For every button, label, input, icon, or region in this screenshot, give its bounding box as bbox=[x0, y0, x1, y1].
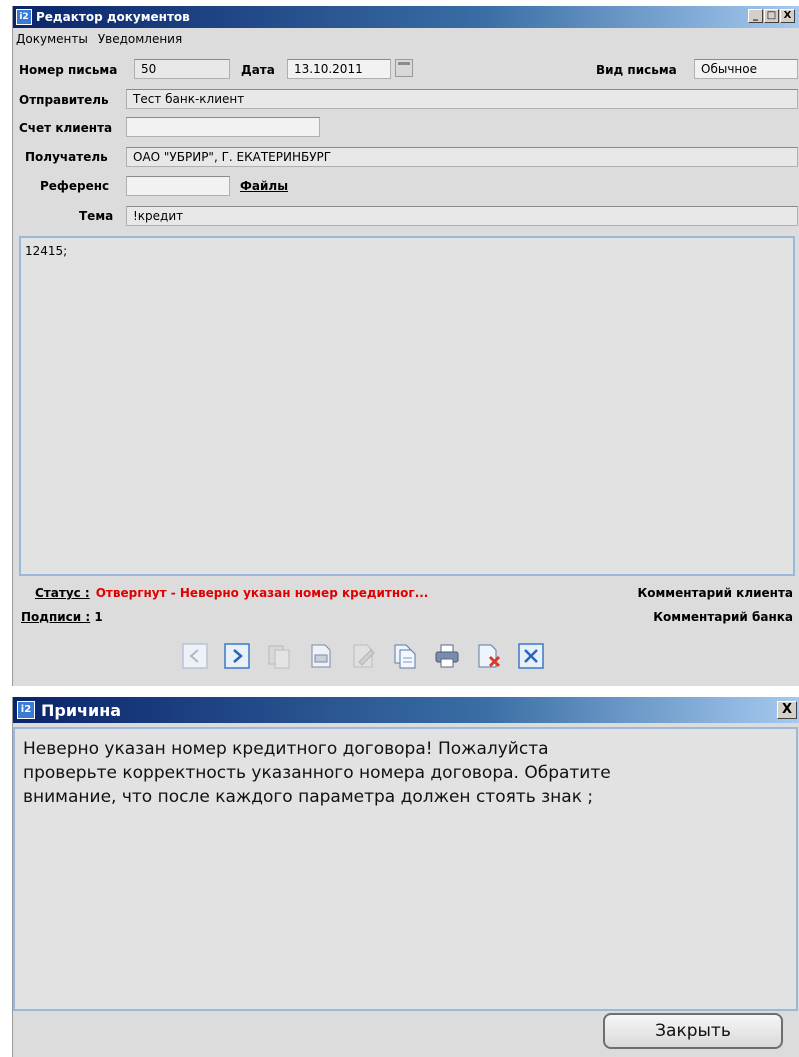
signatures-label[interactable]: Подписи : bbox=[21, 610, 90, 624]
account-field[interactable] bbox=[126, 117, 320, 137]
calendar-icon[interactable] bbox=[395, 59, 413, 77]
sender-field[interactable]: Тест банк-клиент bbox=[126, 89, 798, 109]
close-button[interactable]: Закрыть bbox=[603, 1013, 783, 1049]
sign-icon[interactable] bbox=[307, 642, 335, 670]
account-label: Счет клиента bbox=[19, 121, 113, 135]
edit-icon[interactable] bbox=[349, 642, 377, 670]
letter-number-field[interactable]: 50 bbox=[134, 59, 230, 79]
status-value: Отвергнут - Неверно указан номер кредитн… bbox=[95, 586, 429, 600]
reference-label: Референс bbox=[40, 179, 110, 193]
files-link[interactable]: Файлы bbox=[240, 179, 288, 193]
editor-titlebar[interactable]: i2 Редактор документов _ □ X bbox=[13, 6, 799, 28]
subject-field[interactable]: !кредит bbox=[126, 206, 798, 226]
reason-dialog: i2 Причина X Неверно указан номер кредит… bbox=[12, 697, 799, 1057]
sender-label: Отправитель bbox=[19, 93, 109, 107]
reference-field[interactable] bbox=[126, 176, 230, 196]
reason-line: проверьте корректность указанного номера… bbox=[23, 763, 611, 783]
next-icon[interactable] bbox=[223, 642, 251, 670]
minimize-button[interactable]: _ bbox=[748, 9, 763, 23]
status-row: Статус : Отвергнут - Неверно указан номер… bbox=[35, 586, 428, 600]
menu-notifications[interactable]: Уведомления bbox=[98, 32, 182, 46]
letter-body-textarea[interactable]: 12415; bbox=[19, 236, 795, 576]
documents-icon[interactable] bbox=[391, 642, 419, 670]
menu-documents[interactable]: Документы bbox=[16, 32, 88, 46]
date-field[interactable]: 13.10.2011 bbox=[287, 59, 391, 79]
reason-title: Причина bbox=[41, 700, 122, 720]
print-icon[interactable] bbox=[433, 642, 461, 670]
reason-line: Неверно указан номер кредитного договора… bbox=[23, 739, 549, 759]
prev-icon[interactable] bbox=[181, 642, 209, 670]
copy-icon[interactable] bbox=[265, 642, 293, 670]
app-icon: i2 bbox=[17, 701, 35, 719]
document-toolbar bbox=[181, 642, 545, 670]
signatures-count: 1 bbox=[94, 610, 103, 624]
signatures-row: Подписи : 1 bbox=[21, 610, 103, 624]
status-label[interactable]: Статус : bbox=[35, 586, 90, 600]
client-comment-link[interactable]: Комментарий клиента bbox=[637, 586, 793, 600]
date-label: Дата bbox=[241, 63, 275, 77]
letter-number-label: Номер письма bbox=[19, 63, 118, 77]
reason-close-x-button[interactable]: X bbox=[777, 701, 797, 719]
maximize-button[interactable]: □ bbox=[764, 9, 779, 23]
app-icon: i2 bbox=[16, 9, 32, 25]
close-icon[interactable] bbox=[517, 642, 545, 670]
reason-titlebar[interactable]: i2 Причина X bbox=[13, 697, 799, 723]
bank-comment-link[interactable]: Комментарий банка bbox=[653, 610, 793, 624]
subject-label: Тема bbox=[79, 209, 114, 223]
delete-icon[interactable] bbox=[475, 642, 503, 670]
recipient-field[interactable]: ОАО "УБРИР", Г. ЕКАТЕРИНБУРГ bbox=[126, 147, 798, 167]
letter-type-label: Вид письма bbox=[596, 63, 677, 77]
letter-type-select[interactable]: Обычное bbox=[694, 59, 798, 79]
document-editor-window: i2 Редактор документов _ □ X Документы У… bbox=[12, 6, 799, 686]
recipient-label: Получатель bbox=[25, 150, 108, 164]
editor-title: Редактор документов bbox=[36, 10, 190, 24]
close-window-button[interactable]: X bbox=[780, 9, 795, 23]
reason-line: внимание, что после каждого параметра до… bbox=[23, 787, 594, 807]
menubar: Документы Уведомления bbox=[13, 28, 799, 50]
reason-textarea[interactable]: Неверно указан номер кредитного договора… bbox=[13, 727, 798, 1011]
